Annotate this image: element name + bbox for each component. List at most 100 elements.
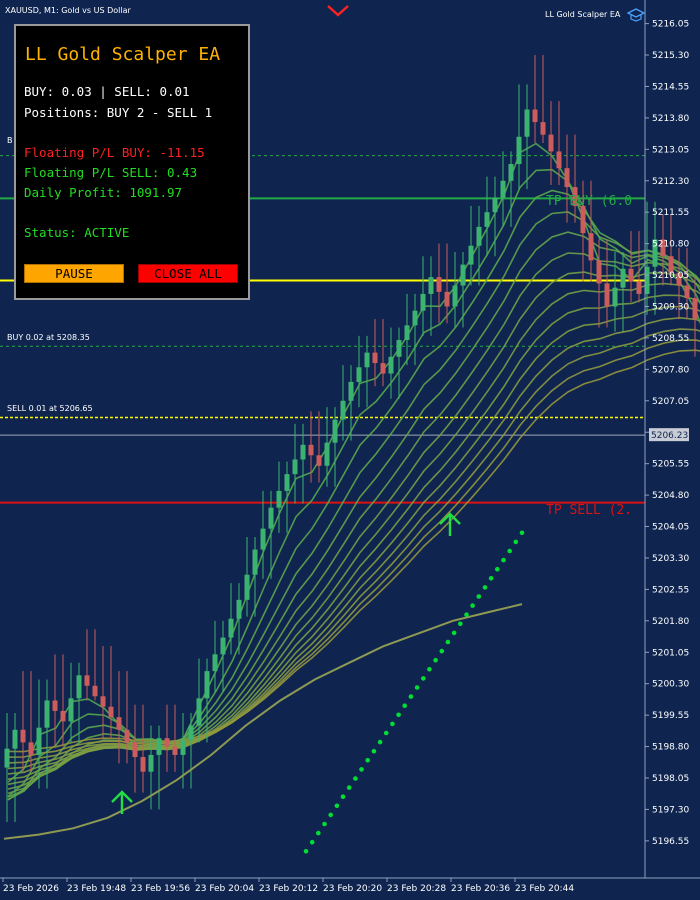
sar-dot	[377, 739, 383, 745]
sar-dot	[439, 648, 445, 654]
candle-body	[500, 180, 506, 198]
close-all-button[interactable]: CLOSE ALL	[138, 264, 238, 283]
ea-label: LL Gold Scalper EA	[545, 10, 621, 19]
candle-body	[260, 528, 266, 550]
candle-body	[628, 268, 634, 282]
candle-body	[156, 738, 162, 755]
current-price-label: 5206.23	[651, 431, 688, 441]
sar-dot	[488, 576, 494, 581]
candle-body	[100, 696, 106, 707]
up-arrow-icon	[439, 512, 461, 536]
sar-dot	[451, 630, 457, 636]
price-tick-label: 5216.05	[652, 20, 689, 30]
candle-body	[268, 507, 274, 529]
candle-body	[308, 444, 314, 456]
sar-dot	[433, 657, 438, 663]
price-tick-label: 5210.80	[652, 240, 689, 250]
pause-button[interactable]: PAUSE	[24, 264, 124, 283]
price-tick-label: 5200.30	[652, 680, 689, 690]
sar-dot	[346, 785, 352, 790]
sar-dot	[482, 585, 488, 590]
candle-body	[460, 264, 466, 286]
price-axis[interactable]: 5216.05 5215.30 5214.55 5213.80 5213.05 5212.…	[645, 20, 689, 847]
candle-body	[4, 748, 10, 768]
time-tick-label: 23 Feb 19:56	[131, 884, 190, 894]
sar-dot	[390, 721, 395, 727]
price-tick-label: 5202.55	[652, 585, 689, 595]
candle-body	[548, 134, 554, 152]
candle-body	[404, 325, 410, 341]
candle-body	[564, 168, 570, 188]
floating-pl-sell: Floating P/L SELL: 0.43	[24, 165, 198, 180]
ea-control-panel: LL Gold Scalper EA BUY: 0.03 | SELL: 0.0…	[14, 24, 250, 300]
time-axis[interactable]: 23 Feb 2026 23 Feb 19:48 23 Feb 19:56 23 Fe…	[2, 878, 574, 894]
candle-body	[476, 226, 482, 246]
candle-body	[52, 700, 58, 711]
candle-body	[412, 310, 418, 326]
time-tick-label: 23 Feb 2026	[3, 884, 59, 894]
tp-sell-label: TP SELL (2.	[546, 503, 632, 518]
price-tick-label: 5203.30	[652, 554, 689, 564]
candle-body	[236, 599, 242, 619]
candle-body	[692, 298, 698, 320]
candle-body	[60, 710, 66, 722]
price-tick-label: 5213.05	[652, 145, 689, 155]
candle-body	[596, 260, 602, 284]
sar-dot	[408, 694, 414, 699]
candle-body	[172, 746, 178, 755]
candle-body	[116, 717, 122, 730]
candle-body	[612, 287, 618, 307]
candle-body	[148, 754, 154, 772]
sar-dot	[476, 594, 482, 599]
candle-body	[556, 151, 562, 169]
price-tick-label: 5213.80	[652, 114, 689, 124]
sar-dot	[340, 794, 346, 799]
candle-body	[140, 757, 146, 772]
sar-dot	[427, 667, 432, 672]
sar-dot	[303, 849, 309, 854]
candle-body	[204, 671, 210, 699]
candle-body	[220, 637, 226, 655]
down-arrow-icon	[327, 5, 349, 17]
candle-body	[92, 685, 98, 697]
candle-body	[636, 281, 642, 294]
price-tick-label: 5198.80	[652, 743, 689, 753]
candle-body	[84, 675, 90, 686]
price-tick-label: 5198.05	[652, 774, 689, 784]
status-text: Status: ACTIVE	[24, 225, 130, 240]
price-tick-label: 5205.55	[652, 460, 689, 470]
candle-body	[492, 197, 498, 213]
candle-body	[12, 729, 18, 749]
sar-dot	[365, 758, 371, 763]
candle-body	[380, 363, 386, 374]
ribbon-line-14	[7, 349, 700, 753]
ribbon-line-11	[7, 316, 700, 770]
time-tick-label: 23 Feb 20:04	[195, 884, 254, 894]
tp-buy-label: TP BUY (6.0	[546, 194, 632, 209]
price-tick-label: 5214.55	[652, 82, 689, 92]
sar-dot	[414, 685, 420, 690]
candle-body	[332, 419, 338, 443]
price-tick-label: 5207.05	[652, 397, 689, 407]
time-tick-label: 23 Feb 20:28	[387, 884, 446, 894]
price-tick-label: 5197.30	[652, 805, 689, 815]
candle-body	[292, 459, 298, 475]
sar-dot	[328, 812, 334, 818]
price-tick-label: 5201.05	[652, 648, 689, 658]
candle-body	[620, 268, 626, 288]
candle-body	[516, 136, 522, 165]
symbol-info: XAUUSD, M1: Gold vs US Dollar	[5, 6, 131, 15]
candle-body	[44, 700, 50, 728]
sar-dot	[334, 803, 340, 809]
time-tick-label: 23 Feb 20:36	[451, 884, 510, 894]
candle-body	[588, 233, 594, 261]
candle-body	[36, 727, 42, 755]
price-tick-label: 5204.80	[652, 491, 689, 501]
candle-body	[340, 400, 346, 420]
candle-body	[356, 367, 362, 382]
chart-window[interactable]: 5216.05 5215.30 5214.55 5213.80 5213.05 5212.…	[0, 0, 700, 900]
candle-body	[108, 706, 114, 718]
candle-body	[444, 291, 450, 307]
price-tick-label: 5209.30	[652, 302, 689, 312]
price-tick-label: 5215.30	[652, 51, 689, 61]
